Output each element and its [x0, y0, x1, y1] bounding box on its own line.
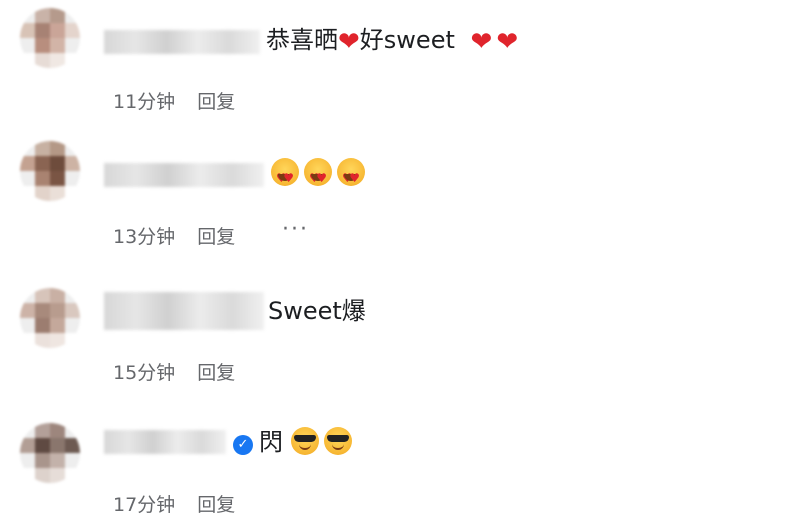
comment-item: 13分钟回复 ···	[0, 131, 800, 262]
timestamp: 11分钟	[113, 91, 176, 113]
username-blurred[interactable]	[104, 30, 260, 54]
sunglasses-emoji-icon	[290, 427, 319, 455]
red-heart-icon: ❤	[470, 27, 493, 57]
avatar[interactable]	[20, 288, 80, 348]
verified-badge-icon: ✓	[233, 435, 253, 455]
comment-text-part: 閃	[259, 428, 283, 456]
comment-text: 恭喜晒❤好sweet ❤ ❤	[266, 25, 518, 57]
comment-text: Sweet爆	[268, 296, 366, 326]
comment-item: ✓ 閃 17分钟 回复	[0, 393, 800, 524]
reply-button[interactable]: 回复	[197, 91, 235, 113]
comment-item: 恭喜晒❤好sweet ❤ ❤ 11分钟 回复	[0, 0, 800, 131]
reply-button[interactable]: 回复	[197, 362, 235, 384]
username-blurred[interactable]	[104, 163, 264, 187]
sunglasses-emoji-icon	[323, 427, 352, 455]
comment-text	[271, 158, 370, 193]
comment-item: Sweet爆 15分钟 回复	[0, 262, 800, 393]
username-blurred[interactable]	[104, 292, 264, 330]
comment-meta: 17分钟 回复	[113, 490, 257, 517]
heart-eyes-emoji-icon	[271, 158, 299, 193]
red-heart-icon: ❤	[496, 27, 519, 57]
red-heart-icon: ❤	[338, 27, 360, 57]
comment-text-part: 好sweet	[359, 26, 455, 54]
username-blurred[interactable]	[104, 430, 226, 454]
avatar[interactable]	[20, 8, 80, 68]
avatar[interactable]	[20, 423, 80, 483]
comment-meta: 15分钟 回复	[113, 358, 257, 385]
timestamp: 17分钟	[113, 494, 176, 516]
reply-button[interactable]: 回复	[197, 226, 235, 248]
comment-meta: 13分钟 回复	[113, 222, 257, 249]
avatar[interactable]	[20, 141, 80, 201]
comment-text: ✓ 閃	[233, 427, 357, 457]
heart-eyes-emoji-icon	[304, 158, 332, 193]
comment-text-part: Sweet爆	[268, 297, 366, 325]
heart-eyes-emoji-icon	[337, 158, 365, 193]
timestamp: 15分钟	[113, 362, 176, 384]
comment-meta: 11分钟 回复	[113, 87, 257, 114]
reply-button[interactable]: 回复	[197, 494, 235, 516]
timestamp: 13分钟	[113, 226, 176, 248]
comment-text-part: 恭喜晒	[266, 26, 338, 54]
more-options-button[interactable]: ···	[282, 217, 309, 242]
